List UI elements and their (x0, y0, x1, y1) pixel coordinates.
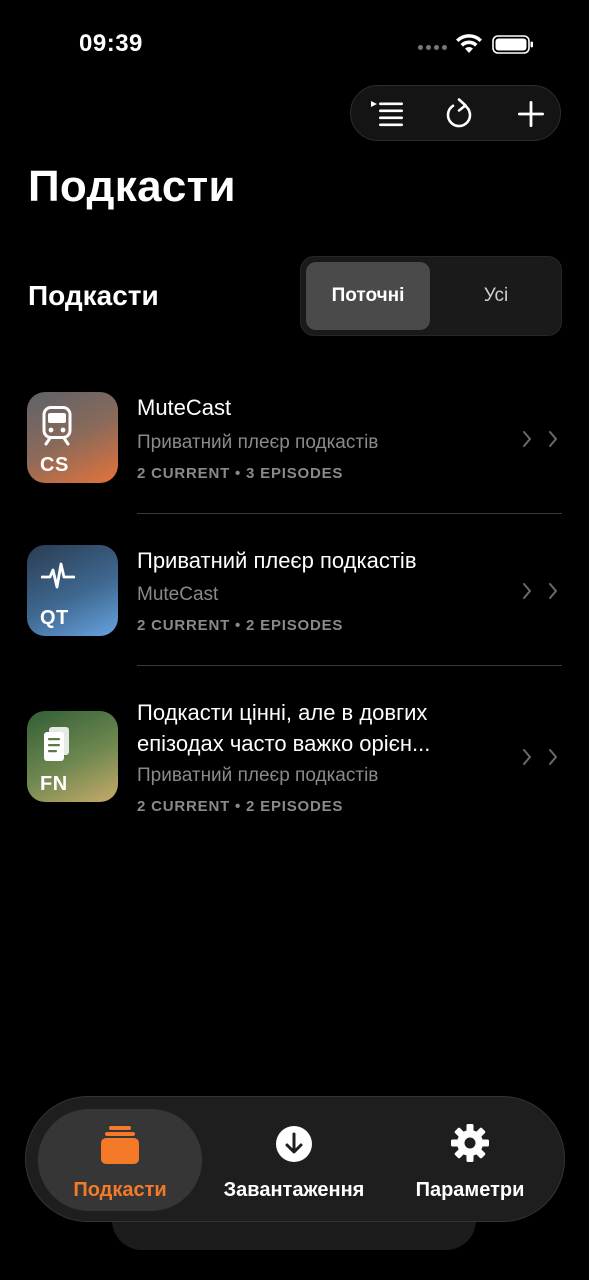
podcast-row[interactable]: QT Приватний плеєр подкастів MuteCast 2 … (0, 545, 589, 637)
plus-icon (518, 101, 544, 127)
segment-all[interactable]: Усі (434, 262, 558, 330)
tab-bar: Подкасти Завантаження Параметри (25, 1096, 565, 1222)
train-icon (42, 406, 72, 446)
tab-label: Параметри (415, 1179, 525, 1201)
podcast-meta: 2 CURRENT • 3 EPISODES (137, 465, 344, 482)
podcast-title-line-2: епізодах часто важко орієн... (137, 731, 431, 756)
tab-settings[interactable]: Параметри (394, 1097, 546, 1223)
notes-icon (44, 727, 69, 761)
podcasts-stack-icon (101, 1126, 139, 1164)
podcast-row[interactable]: FN Подкасти цінні, але в довгих епізодах… (0, 697, 589, 822)
chevron-right-icon (523, 431, 557, 447)
podcast-row[interactable]: CS MuteCast Приватний плеєр подкастів 2 … (0, 392, 589, 484)
podcast-artwork: CS (27, 392, 118, 483)
podcast-abbreviation: QT (40, 607, 69, 629)
podcast-title-line-1: Подкасти цінні, але в довгих (137, 700, 428, 725)
tab-label: Подкасти (73, 1179, 167, 1201)
chevron-right-icon (523, 749, 557, 765)
chevron-right-icon (523, 583, 557, 599)
tab-downloads[interactable]: Завантаження (214, 1097, 374, 1223)
filter-segmented-control: Поточні Усі (300, 256, 562, 336)
page-title: Подкасти (28, 162, 236, 211)
podcast-abbreviation: FN (40, 773, 68, 795)
tab-podcasts[interactable]: Подкасти (38, 1097, 202, 1223)
top-toolbar (350, 85, 561, 141)
segment-current[interactable]: Поточні (306, 262, 430, 330)
podcast-subtitle: MuteCast (137, 584, 219, 605)
podcast-subtitle: Приватний плеєр подкастів (137, 765, 379, 786)
row-divider (137, 665, 562, 666)
refresh-icon (446, 98, 472, 128)
add-podcast-button[interactable] (503, 86, 559, 142)
podcast-title: MuteCast (137, 395, 232, 420)
gear-icon (451, 1124, 489, 1162)
podcast-artwork: FN (27, 711, 118, 802)
podcast-subtitle: Приватний плеєр подкастів (137, 432, 379, 453)
battery-icon (492, 35, 533, 54)
row-divider (137, 513, 562, 514)
wifi-icon (456, 34, 482, 53)
podcast-meta: 2 CURRENT • 2 EPISODES (137, 798, 344, 815)
status-time: 09:39 (79, 30, 143, 57)
cellular-signal-icon (418, 45, 447, 50)
queue-button[interactable] (359, 86, 415, 142)
podcast-abbreviation: CS (40, 454, 69, 476)
section-title: Подкасти (28, 280, 159, 311)
playlist-icon (371, 101, 403, 127)
podcast-meta: 2 CURRENT • 2 EPISODES (137, 617, 344, 634)
refresh-button[interactable] (432, 86, 488, 142)
podcast-artwork: QT (27, 545, 118, 636)
podcasts-screen: 09:39 Подкасти Подкасти Поточні Усі CS M… (0, 0, 589, 1280)
podcast-title: Приватний плеєр подкастів (137, 548, 417, 573)
waveform-icon (41, 562, 75, 589)
tab-label: Завантаження (223, 1179, 365, 1201)
download-icon (276, 1126, 312, 1162)
